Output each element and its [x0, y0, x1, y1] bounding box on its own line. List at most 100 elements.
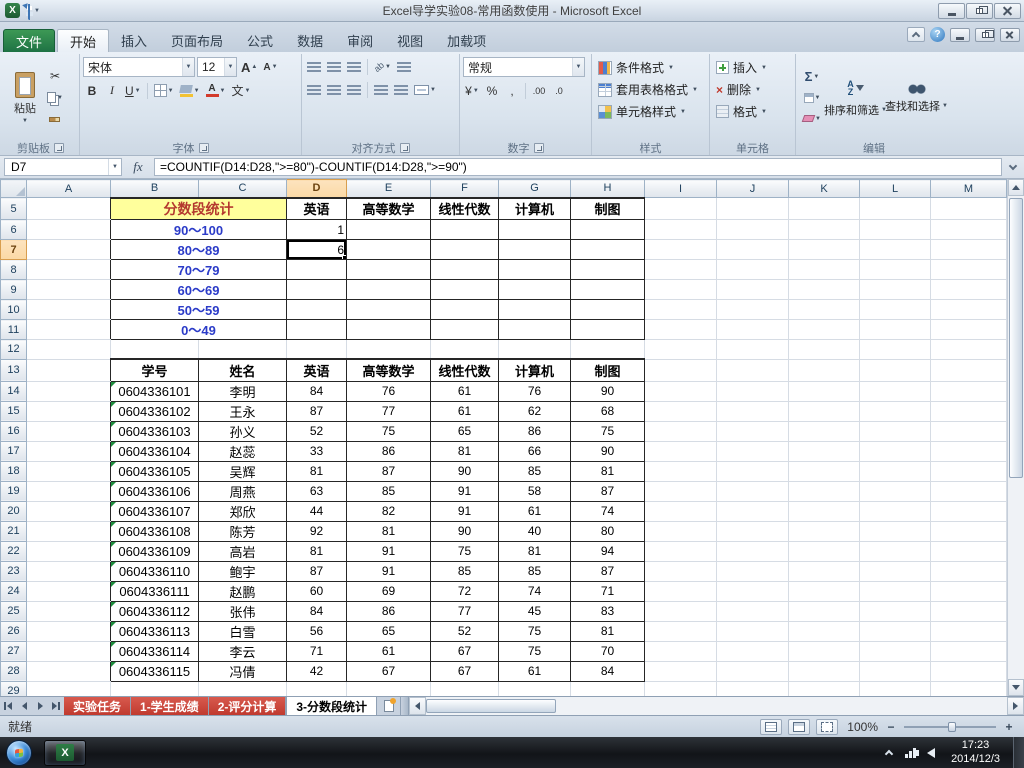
cell-G26[interactable]: 75 — [498, 620, 571, 642]
cell-L22[interactable] — [859, 540, 931, 562]
minimize-ribbon-button[interactable] — [907, 27, 925, 42]
column-header-J[interactable]: J — [716, 179, 789, 198]
cell-H17[interactable]: 90 — [570, 440, 645, 462]
cell-H16[interactable]: 75 — [570, 420, 645, 442]
cell-I7[interactable] — [644, 239, 717, 260]
cell-G21[interactable]: 40 — [498, 520, 571, 542]
cell-A5[interactable] — [26, 197, 111, 220]
cell-E6[interactable] — [346, 219, 431, 240]
cell-A23[interactable] — [26, 560, 111, 582]
cell-A12[interactable] — [26, 339, 111, 360]
excel-taskbar-button[interactable]: X — [44, 739, 86, 766]
column-header-I[interactable]: I — [644, 179, 717, 198]
cell-J25[interactable] — [716, 600, 789, 622]
cell-C12[interactable] — [198, 339, 287, 360]
cell-D29[interactable] — [286, 680, 347, 696]
cell-L17[interactable] — [859, 440, 931, 462]
font-color-button[interactable]: A ▼ — [204, 81, 228, 100]
cell-H10[interactable] — [570, 299, 645, 320]
cell-F9[interactable] — [430, 279, 499, 300]
cell-E22[interactable]: 91 — [346, 540, 431, 562]
cell-F21[interactable]: 90 — [430, 520, 499, 542]
cell-M21[interactable] — [930, 520, 1007, 542]
align-right-button[interactable] — [345, 80, 363, 99]
column-header-G[interactable]: G — [498, 179, 571, 198]
cell-B6[interactable]: 90～100 — [110, 219, 287, 240]
cell-K25[interactable] — [788, 600, 860, 622]
cell-J15[interactable] — [716, 400, 789, 422]
decrease-indent-button[interactable] — [372, 80, 390, 99]
cell-A10[interactable] — [26, 299, 111, 320]
cell-B19[interactable]: 0604336106 — [110, 480, 199, 502]
cell-K21[interactable] — [788, 520, 860, 542]
next-sheet-button[interactable] — [32, 697, 48, 715]
cell-H25[interactable]: 83 — [570, 600, 645, 622]
format-painter-button[interactable] — [45, 110, 65, 129]
cell-M11[interactable] — [930, 319, 1007, 340]
sheet-tab-2[interactable]: 1-学生成绩 — [131, 697, 209, 715]
cell-G19[interactable]: 58 — [498, 480, 571, 502]
expand-formula-bar-button[interactable] — [1006, 161, 1020, 172]
cell-A29[interactable] — [26, 680, 111, 696]
cell-J23[interactable] — [716, 560, 789, 582]
cell-A20[interactable] — [26, 500, 111, 522]
cell-K7[interactable] — [788, 239, 860, 260]
cell-M20[interactable] — [930, 500, 1007, 522]
cell-H18[interactable]: 81 — [570, 460, 645, 482]
cell-A17[interactable] — [26, 440, 111, 462]
workbook-close-button[interactable] — [1000, 27, 1020, 42]
undo-button[interactable] — [28, 3, 30, 20]
align-center-button[interactable] — [325, 80, 343, 99]
cell-J7[interactable] — [716, 239, 789, 260]
cell-C29[interactable] — [198, 680, 287, 696]
vertical-scroll-thumb[interactable] — [1009, 198, 1023, 479]
zoom-level[interactable]: 100% — [844, 720, 878, 734]
font-size-combo[interactable]: 12 ▼ — [197, 57, 237, 77]
cell-A14[interactable] — [26, 380, 111, 402]
cell-F23[interactable]: 85 — [430, 560, 499, 582]
cell-C28[interactable]: 冯倩 — [198, 660, 287, 682]
column-header-K[interactable]: K — [788, 179, 860, 198]
cell-G22[interactable]: 81 — [498, 540, 571, 562]
cell-K15[interactable] — [788, 400, 860, 422]
cell-H19[interactable]: 87 — [570, 480, 645, 502]
cell-D22[interactable]: 81 — [286, 540, 347, 562]
workbook-restore-button[interactable] — [975, 27, 995, 42]
page-break-view-button[interactable] — [816, 718, 838, 735]
column-header-B[interactable]: B — [110, 179, 199, 198]
last-sheet-button[interactable] — [48, 697, 64, 715]
cell-H9[interactable] — [570, 279, 645, 300]
cell-I17[interactable] — [644, 440, 717, 462]
select-all-button[interactable] — [0, 179, 27, 198]
row-header-28[interactable]: 28 — [0, 660, 27, 682]
row-header-6[interactable]: 6 — [0, 219, 27, 240]
cell-H7[interactable] — [570, 239, 645, 260]
cell-M22[interactable] — [930, 540, 1007, 562]
tab-split-handle[interactable] — [401, 697, 409, 715]
cell-I19[interactable] — [644, 480, 717, 502]
cell-E28[interactable]: 67 — [346, 660, 431, 682]
cell-B13[interactable]: 学号 — [110, 358, 199, 382]
format-cells-button[interactable]: 格式 ▼ — [713, 101, 792, 122]
volume-tray-button[interactable] — [915, 747, 938, 758]
cell-styles-button[interactable]: 单元格样式 ▼ — [595, 101, 706, 122]
row-header-27[interactable]: 27 — [0, 640, 27, 662]
cell-K12[interactable] — [788, 339, 860, 360]
increase-font-button[interactable]: A ▲ — [239, 58, 259, 77]
row-header-13[interactable]: 13 — [0, 358, 27, 382]
cell-I26[interactable] — [644, 620, 717, 642]
cell-M24[interactable] — [930, 580, 1007, 602]
align-left-button[interactable] — [305, 80, 323, 99]
column-header-C[interactable]: C — [198, 179, 287, 198]
cell-H23[interactable]: 87 — [570, 560, 645, 582]
cell-M8[interactable] — [930, 259, 1007, 280]
cell-E15[interactable]: 77 — [346, 400, 431, 422]
cell-E7[interactable] — [346, 239, 431, 260]
cell-C13[interactable]: 姓名 — [198, 358, 287, 382]
cell-J12[interactable] — [716, 339, 789, 360]
show-desktop-button[interactable] — [1013, 737, 1024, 768]
cell-G10[interactable] — [498, 299, 571, 320]
cell-K19[interactable] — [788, 480, 860, 502]
zoom-out-button[interactable]: − — [884, 720, 898, 734]
row-header-7[interactable]: 7 — [0, 239, 27, 260]
